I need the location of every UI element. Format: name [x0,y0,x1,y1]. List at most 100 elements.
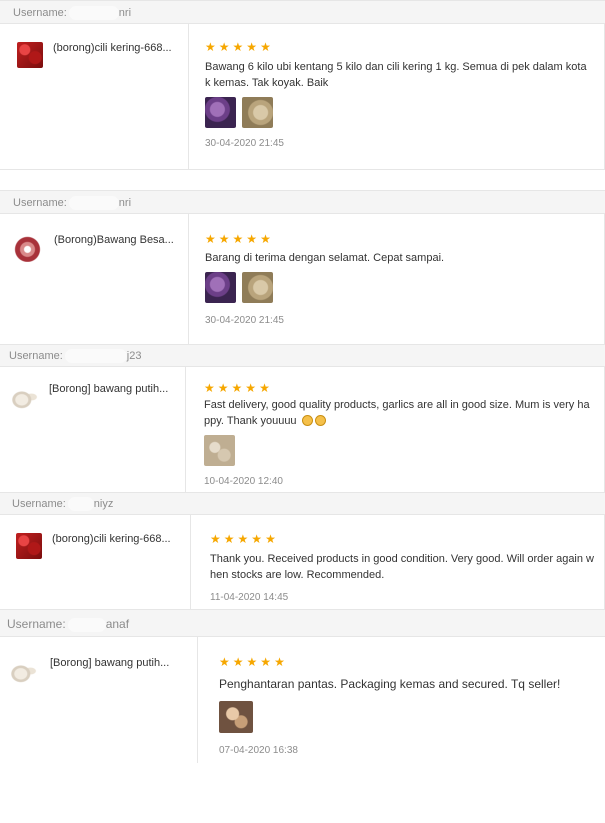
review-username-bar: Username: j23 [0,344,605,367]
smile-emoji-icon [314,415,326,426]
review-photo[interactable] [204,435,235,466]
column-divider [185,367,186,492]
product-cell[interactable]: (borong)cili kering-668... [0,515,190,609]
star-icon: ★ [218,232,230,246]
review-row: [Borong] bawang putih... ★ ★ ★ ★ ★ Fast deli… [0,367,605,492]
review-content: ★ ★ ★ ★ ★ Bawang 6 kilo ubi kentang 5 kilo d… [205,24,605,149]
username-label: Username: [13,197,67,209]
review-username-bar: Username: anaf [0,609,605,637]
product-cell[interactable]: [Borong] bawang putih... [0,367,185,492]
smile-emoji-icon [301,415,313,426]
product-cell[interactable]: [Borong] bawang putih... [0,637,197,767]
username-label: Username: [7,617,66,631]
username-mask [67,617,106,632]
review-images [205,272,605,303]
username-text: nri [118,197,132,209]
product-thumbnail[interactable] [17,42,43,68]
rating-stars: ★ ★ ★ ★ ★ [204,382,605,394]
review-text: Barang di terima dengan selamat. Cepat s… [205,252,445,264]
review-content: ★ ★ ★ ★ ★ Penghantaran pantas. Packaging kem… [219,637,605,756]
column-divider [197,637,198,763]
star-icon: ★ [274,655,285,669]
star-icon: ★ [237,532,249,546]
product-cell[interactable]: (Borong)Bawang Besa... [0,214,188,344]
star-icon: ★ [232,232,244,246]
star-icon: ★ [260,232,271,246]
username-mask [67,497,94,512]
column-divider [190,515,191,609]
review-date: 30-04-2020 21:45 [205,315,284,326]
review-text: Bawang 6 kilo ubi kentang 5 kilo dan cil… [205,61,587,89]
star-icon: ★ [246,655,258,669]
username-text: niyz [93,498,114,510]
username-label: Username: [12,498,66,510]
column-divider [188,24,189,169]
review-text: Thank you. Received products in good con… [210,553,594,581]
review-photo[interactable] [242,97,273,128]
review-date: 07-04-2020 16:38 [219,745,298,756]
review-date: 10-04-2020 12:40 [204,476,283,487]
review-text-body: Fast delivery, good quality products, ga… [204,399,590,427]
star-icon: ★ [265,532,276,546]
star-icon: ★ [205,40,216,54]
review-images [205,97,605,128]
review-content: ★ ★ ★ ★ ★ Thank you. Received products in go… [210,515,605,603]
product-thumbnail[interactable] [16,533,42,559]
product-name[interactable]: (borong)cili kering-668... [53,42,172,54]
rating-stars: ★ ★ ★ ★ ★ [219,656,605,668]
review-photo[interactable] [219,701,253,733]
review-photo[interactable] [242,272,273,303]
review-text: Fast delivery, good quality products, ga… [204,397,596,429]
username-text: j23 [126,350,142,362]
star-icon: ★ [259,381,270,395]
star-icon: ★ [204,381,215,395]
star-icon: ★ [223,532,235,546]
star-icon: ★ [251,532,263,546]
review-row: (Borong)Bawang Besa... ★ ★ ★ ★ ★ Barang di t… [0,214,605,344]
product-cell[interactable]: (borong)cili kering-668... [0,24,188,169]
star-icon: ★ [232,40,244,54]
column-divider [188,214,189,344]
username-text: anaf [105,617,130,631]
star-icon: ★ [232,655,244,669]
product-name[interactable]: [Borong] bawang putih... [49,383,168,395]
username-mask [64,349,127,364]
review-photo[interactable] [205,272,236,303]
star-icon: ★ [246,40,258,54]
review-row: (borong)cili kering-668... ★ ★ ★ ★ ★ Bawang … [0,24,605,170]
rating-stars: ★ ★ ★ ★ ★ [205,41,605,53]
username-mask [68,196,119,211]
review-photo[interactable] [205,97,236,128]
product-name[interactable]: (Borong)Bawang Besa... [54,234,174,246]
username-text: nri [118,7,132,19]
review-date: 30-04-2020 21:45 [205,138,284,149]
product-thumbnail[interactable] [14,234,44,262]
star-icon: ★ [218,40,230,54]
product-name[interactable]: [Borong] bawang putih... [50,657,169,669]
star-icon: ★ [246,232,258,246]
review-date: 11-04-2020 14:45 [210,592,289,603]
star-icon: ★ [260,40,271,54]
review-row: (borong)cili kering-668... ★ ★ ★ ★ ★ Thank y… [0,515,605,609]
review-row: [Borong] bawang putih... ★ ★ ★ ★ ★ Penghanta… [0,637,605,767]
product-thumbnail[interactable] [8,657,40,685]
star-icon: ★ [245,381,257,395]
star-icon: ★ [205,232,216,246]
star-icon: ★ [219,655,230,669]
star-icon: ★ [217,381,229,395]
review-username-bar: Username: niyz [0,492,605,515]
review-username-bar: Username: nri [0,0,605,24]
review-text: Penghantaran pantas. Packaging kemas and… [219,677,561,691]
username-mask [68,6,119,21]
product-thumbnail[interactable] [9,383,41,411]
review-content: ★ ★ ★ ★ ★ Fast delivery, good quality produc… [204,367,605,487]
username-label: Username: [9,350,63,362]
star-icon: ★ [231,381,243,395]
product-name[interactable]: (borong)cili kering-668... [52,533,171,545]
rating-stars: ★ ★ ★ ★ ★ [205,233,605,245]
rating-stars: ★ ★ ★ ★ ★ [210,533,605,545]
star-icon: ★ [260,655,272,669]
review-images [219,701,605,733]
review-username-bar: Username: nri [0,190,605,214]
star-icon: ★ [210,532,221,546]
